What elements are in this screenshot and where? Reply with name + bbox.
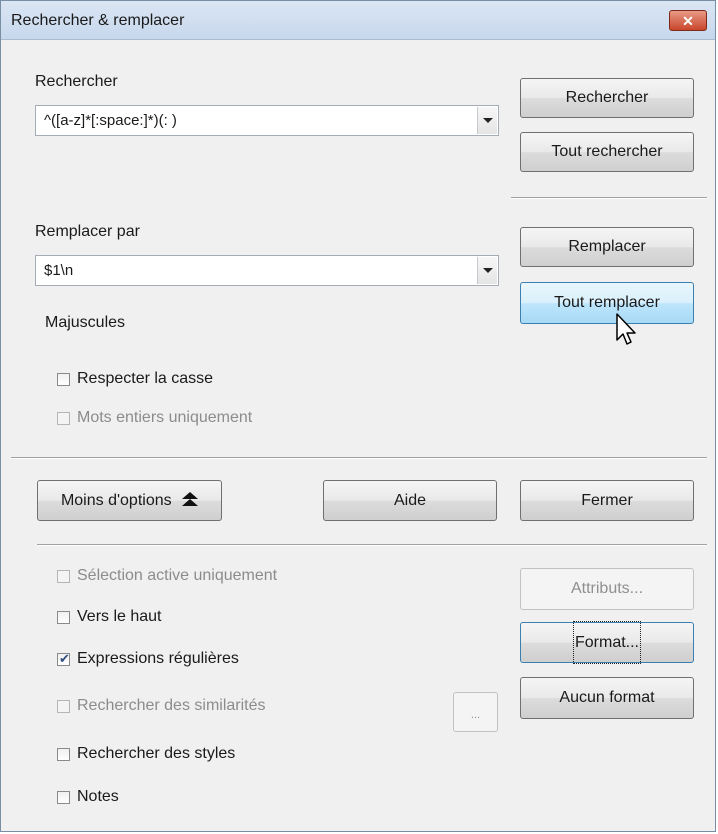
mouse-pointer-icon [616, 313, 636, 345]
backwards-checkbox[interactable] [57, 611, 70, 624]
right-separator [511, 197, 707, 198]
replace-button[interactable]: Remplacer [520, 227, 694, 267]
whole-words-label: Mots entiers uniquement [77, 409, 253, 426]
replace-dropdown-arrow-icon[interactable] [477, 257, 497, 284]
regex-label: Expressions régulières [77, 650, 239, 667]
similarity-label: Rechercher des similarités [77, 697, 266, 714]
search-value[interactable]: ^([a-z]*[:space:]*)(: ) [44, 112, 177, 129]
close-button[interactable]: Fermer [520, 480, 694, 521]
no-format-button[interactable]: Aucun format [520, 677, 694, 719]
search-button[interactable]: Rechercher [520, 78, 694, 118]
notes-checkbox[interactable] [57, 791, 70, 804]
search-dropdown-arrow-icon[interactable] [477, 107, 497, 134]
collapse-chevron-icon [182, 491, 199, 507]
similarity-checkbox[interactable] [57, 700, 70, 713]
options-separator [37, 544, 707, 545]
whole-words-checkbox[interactable] [57, 412, 70, 425]
current-selection-label: Sélection active uniquement [77, 567, 278, 584]
current-selection-checkbox[interactable] [57, 570, 70, 583]
regex-checkbox[interactable]: ✔ [57, 651, 70, 666]
styles-label: Rechercher des styles [77, 745, 236, 762]
notes-label: Notes [77, 788, 119, 805]
case-section-label: Majuscules [45, 314, 126, 331]
search-label: Rechercher [35, 73, 118, 90]
match-case-checkbox[interactable] [57, 373, 70, 386]
replace-value[interactable]: $1\n [44, 262, 73, 279]
title-bar: Rechercher & remplacer ✕ [1, 1, 715, 40]
replace-combobox[interactable]: $1\n [35, 255, 499, 286]
close-window-button[interactable]: ✕ [669, 10, 707, 31]
search-combobox[interactable]: ^([a-z]*[:space:]*)(: ) [35, 105, 499, 136]
attributes-button[interactable]: Attributs... [520, 568, 694, 610]
fewer-options-button[interactable]: Moins d'options [37, 480, 222, 521]
replace-label: Remplacer par [35, 223, 140, 240]
format-button[interactable]: Format... [520, 621, 694, 664]
replace-all-button[interactable]: Tout remplacer [520, 282, 694, 324]
search-all-button[interactable]: Tout rechercher [520, 132, 694, 172]
find-replace-dialog: Rechercher & remplacer ✕ Rechercher ^([a… [0, 0, 716, 832]
similarity-settings-button[interactable]: ... [453, 692, 498, 732]
checkmark-icon: ✔ [59, 651, 70, 666]
dialog-title: Rechercher & remplacer [11, 12, 185, 29]
backwards-label: Vers le haut [77, 608, 162, 625]
styles-checkbox[interactable] [57, 748, 70, 761]
help-button[interactable]: Aide [323, 480, 497, 521]
close-icon: ✕ [682, 13, 694, 29]
match-case-label: Respecter la casse [77, 370, 214, 387]
middle-separator [11, 457, 707, 458]
